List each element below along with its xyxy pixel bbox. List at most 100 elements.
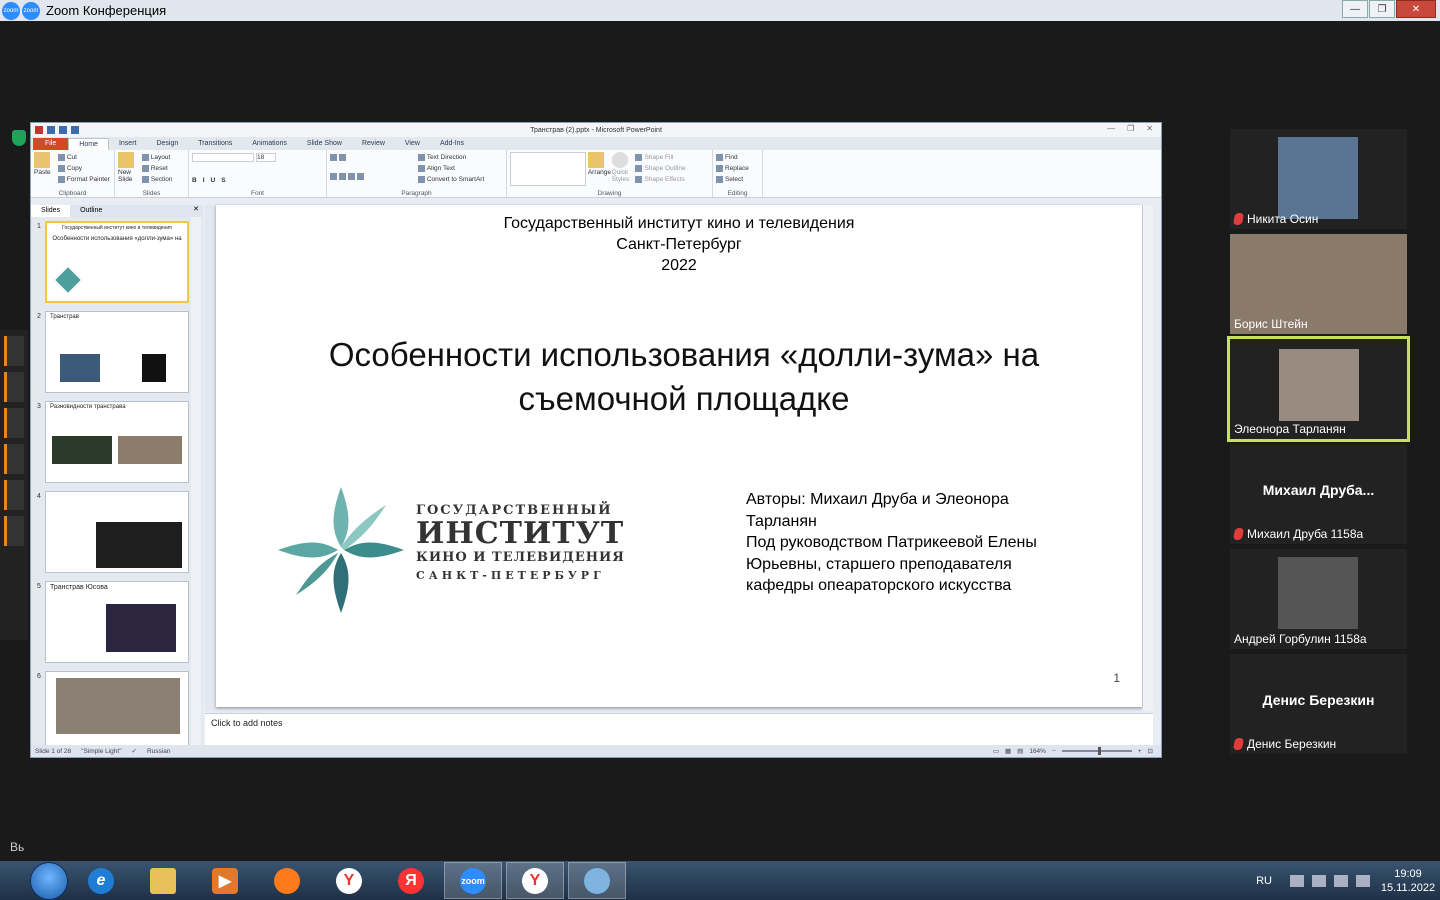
- tab-insert[interactable]: Insert: [109, 138, 147, 150]
- shape-effects-button[interactable]: Shape Effects: [635, 174, 685, 185]
- cut-button[interactable]: Cut: [57, 152, 110, 163]
- bullets-button[interactable]: [330, 152, 416, 163]
- reset-button[interactable]: Reset: [141, 163, 173, 174]
- participant-tile[interactable]: Андрей Горбулин 1158а: [1230, 549, 1407, 649]
- taskbar: e ▶ Y Я zoom Y RU 19:09 15.11.2022: [0, 861, 1440, 900]
- taskbar-paint[interactable]: [568, 862, 626, 899]
- participant-tile[interactable]: Денис Березкин Денис Березкин: [1230, 654, 1407, 754]
- language-indicator[interactable]: Russian: [147, 748, 170, 755]
- thumbnails-scrollbar[interactable]: [191, 217, 201, 745]
- shape-outline-button[interactable]: Shape Outline: [635, 163, 686, 174]
- zoom-level[interactable]: 164%: [1029, 748, 1046, 755]
- quick-styles-button[interactable]: Quick Styles: [611, 152, 634, 183]
- reading-view-icon[interactable]: ▤: [1017, 747, 1023, 755]
- taskbar-firefox[interactable]: [258, 862, 316, 899]
- tab-slide-show[interactable]: Slide Show: [297, 138, 352, 150]
- thumbnail-slide[interactable]: Транстрав: [45, 311, 189, 393]
- taskbar-yandex-browser[interactable]: Y: [320, 862, 378, 899]
- clock[interactable]: 19:09 15.11.2022: [1378, 867, 1438, 895]
- tab-home[interactable]: Home: [68, 138, 109, 150]
- zoom-app-icon[interactable]: zoom: [2, 1, 20, 20]
- participant-tile-speaking[interactable]: Элеонора Тарланян: [1227, 336, 1410, 442]
- taskbar-media[interactable]: ▶: [196, 862, 254, 899]
- thumbnail-row[interactable]: 5 Транстрав Юсова: [35, 581, 195, 665]
- tab-slides[interactable]: Slides: [31, 205, 71, 217]
- fit-slide-icon[interactable]: ⊡: [1148, 747, 1153, 755]
- shape-fill-button[interactable]: Shape Fill: [635, 152, 685, 163]
- normal-view-icon[interactable]: ▭: [993, 747, 999, 755]
- align-text-icon: [417, 165, 425, 172]
- maximize-button[interactable]: ❐: [1369, 0, 1395, 18]
- tab-review[interactable]: Review: [352, 138, 395, 150]
- align-buttons[interactable]: [330, 171, 416, 182]
- network-icon[interactable]: [1312, 874, 1326, 887]
- tab-outline[interactable]: Outline: [70, 205, 112, 217]
- find-button[interactable]: Find: [716, 152, 759, 163]
- thumbnail-slide[interactable]: [45, 671, 189, 745]
- volume-icon[interactable]: [1356, 874, 1370, 887]
- language-indicator-tray[interactable]: RU: [1256, 875, 1272, 887]
- zoom-slider[interactable]: [1061, 747, 1132, 755]
- participant-tile[interactable]: Никита Осин: [1230, 129, 1407, 229]
- tab-animations[interactable]: Animations: [242, 138, 297, 150]
- section-button[interactable]: Section: [141, 174, 173, 185]
- select-button[interactable]: Select: [716, 174, 759, 185]
- participant-tile[interactable]: Михаил Друба... Михаил Друба 1158а: [1230, 444, 1407, 544]
- taskbar-zoom[interactable]: zoom: [444, 862, 502, 899]
- sorter-view-icon[interactable]: ▦: [1005, 747, 1011, 755]
- close-panel-icon[interactable]: ✕: [193, 205, 199, 213]
- arrange-button[interactable]: Arrange: [587, 152, 611, 176]
- taskbar-explorer[interactable]: [134, 862, 192, 899]
- thumbnail-slide[interactable]: Разновидности транстрава: [45, 401, 189, 483]
- participant-tile[interactable]: Борис Штейн: [1230, 234, 1407, 334]
- close-button[interactable]: ✕: [1396, 0, 1436, 18]
- ppt-restore-button[interactable]: ❐: [1127, 124, 1134, 133]
- thumbnail-slide[interactable]: [45, 491, 189, 573]
- layout-button[interactable]: Layout: [141, 152, 173, 163]
- minimize-button[interactable]: —: [1342, 0, 1368, 18]
- tab-transitions[interactable]: Transitions: [188, 138, 242, 150]
- zoom-in-icon[interactable]: +: [1138, 748, 1142, 755]
- tab-view[interactable]: View: [395, 138, 430, 150]
- spellcheck-icon[interactable]: ✓: [132, 747, 137, 755]
- ppt-close-button[interactable]: ✕: [1146, 124, 1153, 133]
- tab-add-ins[interactable]: Add-Ins: [430, 138, 474, 150]
- format-painter-button[interactable]: Format Painter: [57, 174, 110, 185]
- replace-button[interactable]: Replace: [716, 163, 759, 174]
- font-name-select[interactable]: [192, 153, 254, 162]
- zoom-out-icon[interactable]: −: [1052, 748, 1056, 755]
- shapes-gallery[interactable]: [510, 152, 586, 186]
- font-size-select[interactable]: 18: [256, 153, 276, 162]
- italic-button[interactable]: I: [203, 177, 205, 184]
- taskbar-ie[interactable]: e: [72, 862, 130, 899]
- zoom-app-icon-2[interactable]: zoom: [22, 1, 40, 20]
- thumbnail-row[interactable]: 1 Государственный институт кино и телеви…: [35, 221, 195, 305]
- taskbar-yandex[interactable]: Я: [382, 862, 440, 899]
- notes-pane[interactable]: Click to add notes: [205, 713, 1153, 745]
- copy-button[interactable]: Copy: [57, 163, 110, 174]
- thumbnail-row[interactable]: 6: [35, 671, 195, 745]
- paste-button[interactable]: Paste: [34, 152, 56, 176]
- align-text-button[interactable]: Align Text: [417, 163, 484, 174]
- slide-scrollbar[interactable]: [1143, 205, 1153, 711]
- show-hidden-icons-icon[interactable]: [1290, 874, 1304, 887]
- thumbnail-row[interactable]: 3 Разновидности транстрава: [35, 401, 195, 485]
- thumbnail-row[interactable]: 2 Транстрав: [35, 311, 195, 395]
- strikethrough-button[interactable]: S: [221, 177, 225, 184]
- text-direction-button[interactable]: Text Direction: [417, 152, 484, 163]
- thumbnail-slide[interactable]: Государственный институт кино и телевиде…: [45, 221, 189, 303]
- tab-design[interactable]: Design: [146, 138, 188, 150]
- convert-smartart-button[interactable]: Convert to SmartArt: [417, 174, 484, 185]
- action-center-icon[interactable]: [1334, 874, 1348, 887]
- thumbnail-slide[interactable]: Транстрав Юсова: [45, 581, 189, 663]
- ppt-minimize-button[interactable]: —: [1107, 124, 1115, 133]
- start-button[interactable]: [30, 861, 68, 900]
- thumbnail-row[interactable]: 4: [35, 491, 195, 575]
- new-slide-button[interactable]: New Slide: [118, 152, 140, 183]
- taskbar-yandex-browser-2[interactable]: Y: [506, 862, 564, 899]
- zoom-slider-thumb[interactable]: [1097, 747, 1101, 755]
- slide-canvas[interactable]: Государственный институт кино и телевиде…: [216, 205, 1142, 707]
- tab-file[interactable]: File: [33, 138, 69, 150]
- underline-button[interactable]: U: [211, 177, 216, 184]
- bold-button[interactable]: B: [192, 177, 197, 184]
